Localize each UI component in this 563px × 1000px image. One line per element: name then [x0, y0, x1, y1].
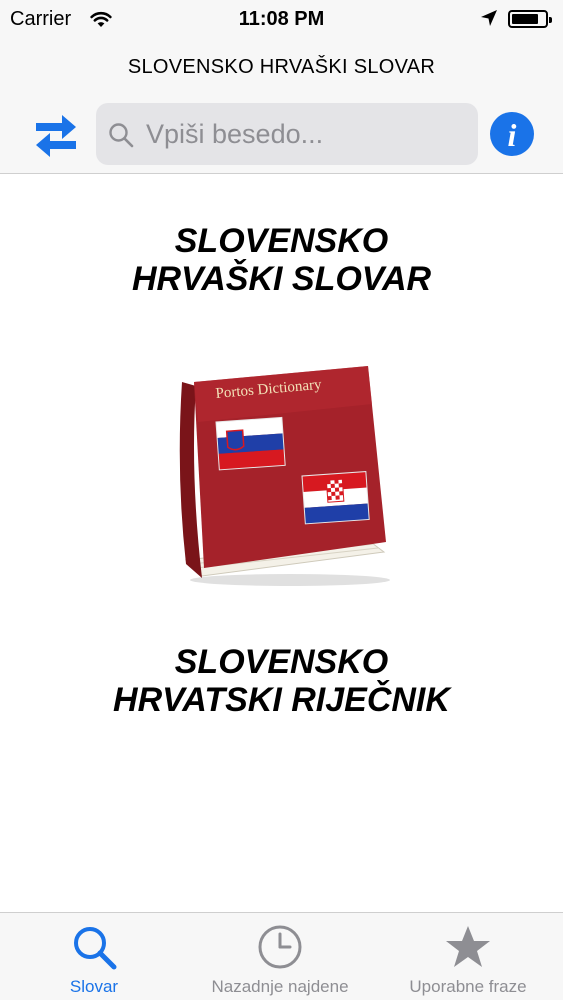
status-time: 11:08 PM	[238, 8, 325, 30]
search-icon	[74, 927, 117, 970]
status-bar: Carrier 11:08 PM	[0, 0, 563, 40]
slovenian-flag-icon	[215, 416, 286, 471]
heading-top-line2: HRVAŠKI SLOVAR	[131, 260, 432, 298]
dictionary-book-image: Portos Dictionary	[179, 366, 390, 586]
info-icon: i	[507, 117, 517, 153]
tab-bar: Slovar Nazadnje najdene Uporabne fraze	[0, 912, 563, 1000]
battery-icon	[508, 10, 552, 28]
star-icon	[446, 926, 490, 967]
tab-uporabne-fraze[interactable]: Uporabne fraze	[390, 913, 546, 1000]
search-bar[interactable]	[96, 103, 478, 165]
heading-bottom: SLOVENSKO HRVATSKI RIJEČNIK	[0, 643, 563, 719]
swap-language-button[interactable]	[32, 110, 80, 158]
location-arrow-icon	[481, 10, 497, 26]
heading-top: SLOVENSKO HRVAŠKI SLOVAR	[0, 222, 563, 298]
page-title: SLOVENSKO HRVAŠKI SLOVAR	[127, 56, 436, 78]
clock-icon	[258, 925, 302, 969]
tab-uporabne-fraze-label: Uporabne fraze	[409, 977, 527, 996]
heading-bottom-line2: HRVATSKI RIJEČNIK	[113, 681, 450, 719]
info-button[interactable]: i	[490, 112, 534, 156]
swap-arrows-icon	[36, 115, 76, 157]
croatian-flag-icon	[301, 471, 370, 525]
tab-slovar[interactable]: Slovar	[40, 913, 148, 1000]
nav-header: SLOVENSKO HRVAŠKI SLOVAR i	[0, 40, 563, 174]
tab-nazadnje-najdene[interactable]: Nazadnje najdene	[190, 913, 370, 1000]
heading-top-line1: SLOVENSKO	[174, 222, 389, 260]
search-input[interactable]	[146, 103, 466, 165]
tab-slovar-label: Slovar	[69, 977, 119, 996]
tab-nazadnje-najdene-label: Nazadnje najdene	[211, 977, 349, 996]
search-icon	[109, 123, 134, 148]
heading-bottom-line1: SLOVENSKO	[174, 643, 389, 681]
